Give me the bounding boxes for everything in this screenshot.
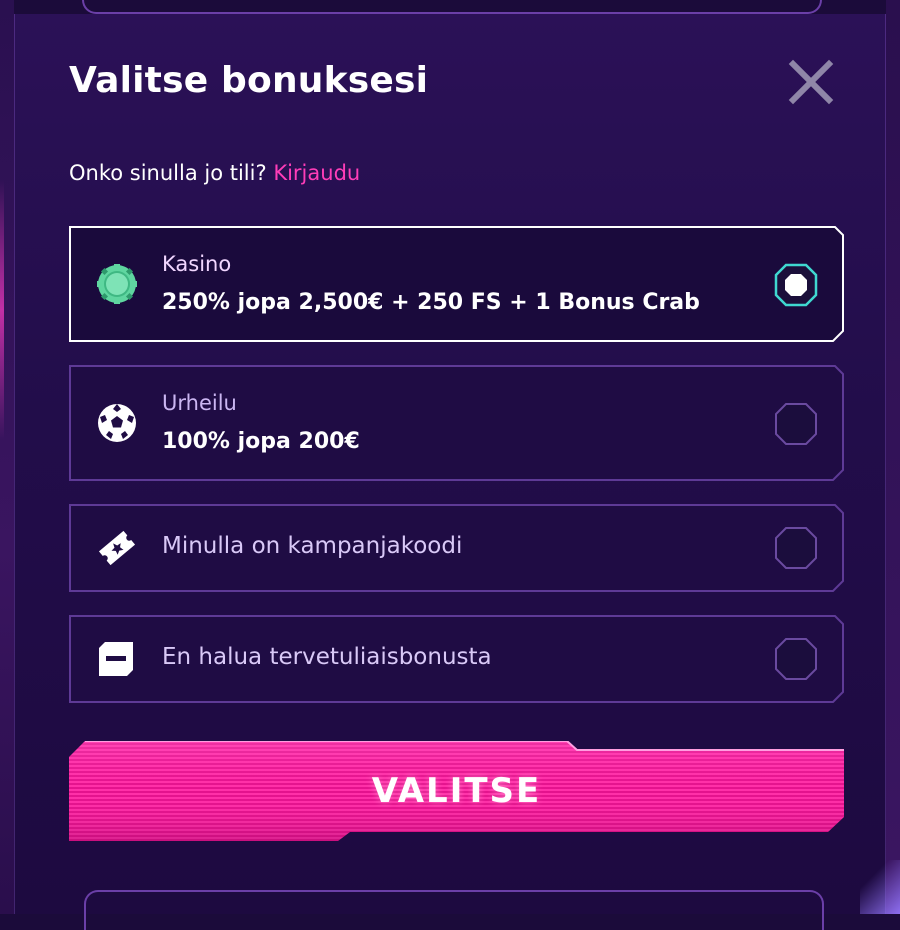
top-panel-edge [82,0,822,14]
radio-unselected[interactable] [774,526,818,570]
bonus-option-casino[interactable]: Kasino 250% jopa 2,500€ + 250 FS + 1 Bon… [69,226,844,342]
bonus-modal: Valitse bonuksesi Onko sinulla jo tili? … [14,14,886,914]
option-value: 250% jopa 2,500€ + 250 FS + 1 Bonus Crab [162,290,700,315]
close-icon [788,59,834,105]
bonus-option-no-bonus[interactable]: En halua tervetuliaisbonusta [69,615,844,703]
background-right-edge [886,0,900,914]
bonus-option-promo-code[interactable]: Minulla on kampanjakoodi [69,504,844,592]
radio-selected[interactable] [774,263,818,307]
background-left-glow [0,180,4,440]
modal-title: Valitse bonuksesi [69,60,429,101]
select-button[interactable]: VALITSE [69,741,844,841]
background-left-edge [0,0,14,914]
soccer-ball-icon [98,404,136,442]
option-label: Kasino [162,252,232,276]
close-button[interactable] [787,58,835,106]
option-label: En halua tervetuliaisbonusta [162,644,492,670]
bottom-panel-edge [84,890,824,930]
radio-unselected[interactable] [774,402,818,446]
option-label: Minulla on kampanjakoodi [162,533,463,559]
no-bonus-icon [99,642,133,676]
select-button-label: VALITSE [371,771,542,811]
account-prompt-text: Onko sinulla jo tili? [69,161,267,185]
option-frame [69,226,844,342]
casino-chip-icon [97,264,137,304]
background-right-glow [860,860,900,914]
option-value: 100% jopa 200€ [162,429,360,454]
radio-unselected[interactable] [774,637,818,681]
option-frame [69,365,844,481]
ticket-icon [98,530,136,566]
account-prompt: Onko sinulla jo tili? Kirjaudu [69,161,360,185]
bonus-option-sports[interactable]: Urheilu 100% jopa 200€ [69,365,844,481]
option-label: Urheilu [162,391,237,415]
login-link[interactable]: Kirjaudu [273,161,360,185]
